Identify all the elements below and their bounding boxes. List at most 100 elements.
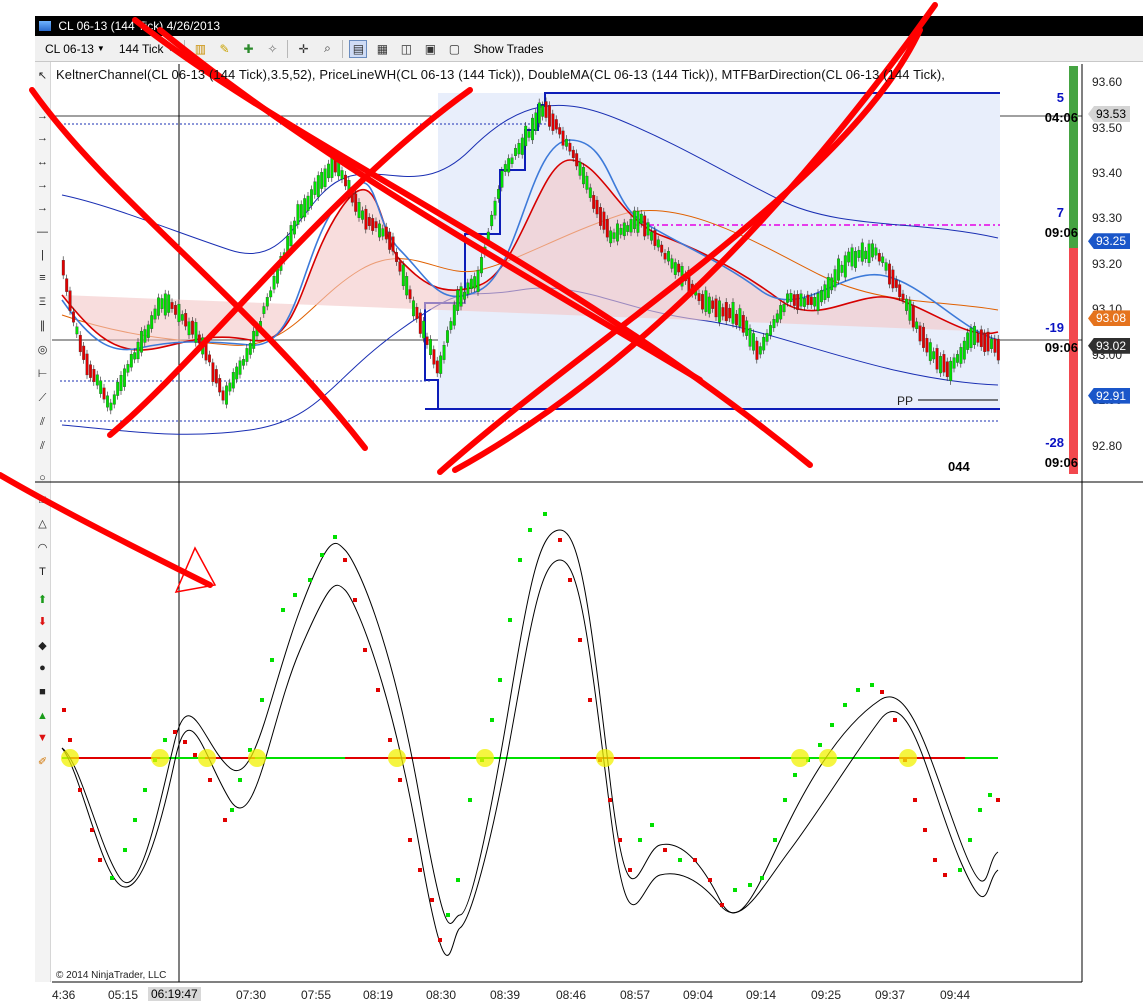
candle-body: [327, 163, 330, 179]
candle-body: [622, 222, 626, 237]
candle-body: [442, 345, 446, 360]
candle-body: [429, 338, 432, 356]
candle-body: [153, 308, 157, 320]
candle-body: [816, 293, 820, 311]
candle-body: [983, 333, 987, 352]
candle-body: [595, 199, 599, 215]
cross-marker: [819, 749, 837, 767]
candle-body: [728, 307, 732, 319]
candle-body: [112, 394, 116, 405]
candle-body: [735, 313, 738, 326]
oscillator-dot: [568, 578, 572, 582]
candle-body: [636, 210, 640, 233]
candle-body: [344, 174, 347, 187]
candle-body: [452, 304, 456, 326]
oscillator-dot: [320, 553, 324, 557]
oscillator-dot: [638, 838, 642, 842]
candle-body: [187, 321, 191, 336]
bar-count: 044: [948, 459, 970, 474]
oscillator-dot: [663, 848, 667, 852]
candle-body: [772, 319, 776, 329]
oscillator-dot: [733, 888, 737, 892]
oscillator-dot: [578, 638, 582, 642]
oscillator-dot: [968, 838, 972, 842]
candle-body: [650, 231, 653, 241]
cross-marker: [596, 749, 614, 767]
candle-body: [990, 338, 993, 349]
candle-body: [745, 320, 749, 336]
candle-body: [296, 204, 300, 225]
candle-body: [752, 333, 755, 351]
oscillator-dot: [333, 535, 337, 539]
candle-body: [510, 157, 514, 164]
oscillator-dot: [308, 578, 312, 582]
candle-body: [881, 256, 885, 263]
candle-body: [119, 375, 123, 391]
candle-body: [367, 217, 371, 227]
oscillator-dot: [183, 740, 187, 744]
candle-body: [116, 381, 120, 396]
price-tag: 93.53: [1088, 105, 1131, 122]
indicators-label: KeltnerChannel(CL 06-13 (144 Tick),3.5,5…: [56, 67, 945, 82]
candle-body: [449, 321, 453, 330]
candle-body: [211, 362, 215, 383]
oscillator-dot: [208, 778, 212, 782]
oscillator-dot: [68, 738, 72, 742]
candle-body: [299, 204, 303, 219]
candle-body: [840, 264, 844, 273]
candle-body: [833, 269, 837, 288]
candle-body: [381, 228, 385, 237]
time-tick-label: 09:04: [683, 988, 714, 1002]
oscillator-dot: [830, 723, 834, 727]
oscillator-dot: [446, 913, 450, 917]
candle-body: [585, 175, 589, 190]
candle-body: [476, 270, 480, 293]
candle-body: [371, 218, 375, 231]
candle-body: [129, 353, 133, 368]
candle-body: [72, 311, 75, 323]
candle-body: [925, 337, 929, 353]
candle-body: [167, 294, 171, 313]
oscillator-dot: [933, 858, 937, 862]
candle-body: [78, 334, 82, 353]
oscillator-dot: [558, 538, 562, 542]
candle-body: [867, 243, 871, 263]
candle-body: [89, 364, 92, 378]
candle-body: [782, 304, 786, 313]
oscillator-dot: [78, 788, 82, 792]
candle-body: [843, 255, 847, 278]
candle-body: [463, 291, 466, 300]
candle-body: [174, 305, 177, 315]
price-and-oscillator-chart[interactable]: [0, 0, 1143, 1003]
candle-body: [857, 249, 861, 258]
oscillator-dot: [353, 598, 357, 602]
oscillator-dot: [708, 878, 712, 882]
candle-body: [466, 282, 470, 295]
oscillator-dot: [223, 818, 227, 822]
oscillator-dot: [678, 858, 682, 862]
candle-body: [160, 298, 164, 309]
candle-body: [537, 102, 541, 124]
time-tick-label: 09:37: [875, 988, 906, 1002]
price-tick-label: 93.20: [1092, 256, 1123, 271]
candle-body: [68, 290, 72, 311]
candle-body: [320, 171, 324, 189]
oscillator-dot: [856, 688, 860, 692]
oscillator-dot: [543, 512, 547, 516]
candle-body: [755, 340, 759, 360]
candle-body: [92, 368, 96, 383]
candle-body: [289, 225, 293, 247]
candle-body: [942, 354, 946, 373]
candle-body: [214, 369, 218, 384]
candle-body: [432, 349, 436, 365]
candle-body: [707, 296, 711, 314]
cross-marker: [151, 749, 169, 767]
candle-body: [646, 222, 650, 236]
oscillator-dot: [618, 838, 622, 842]
candle-body: [245, 348, 249, 362]
candle-body: [548, 105, 551, 127]
candle-body: [956, 354, 959, 363]
candle-body: [823, 284, 827, 300]
time-tick-label: 09:14: [746, 988, 777, 1002]
candle-body: [979, 329, 983, 348]
